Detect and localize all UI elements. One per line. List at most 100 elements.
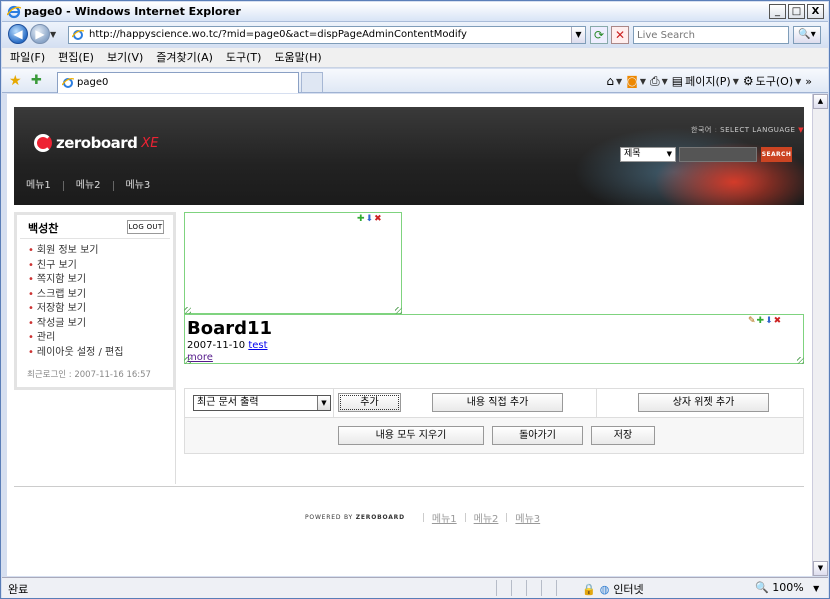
lock-icon: 🔒 <box>582 582 596 596</box>
feeds-button[interactable]: ◙ ▼ <box>626 74 646 88</box>
menu-edit[interactable]: 편집(E) <box>58 48 94 67</box>
stop-button[interactable]: ✕ <box>611 26 629 44</box>
delete-icon[interactable]: ✖ <box>774 316 782 326</box>
menu-file[interactable]: 파일(F) <box>10 48 45 67</box>
divider <box>20 238 170 239</box>
user-name: 백성찬 <box>28 222 59 235</box>
favorites-star-icon[interactable]: ★ <box>9 73 22 89</box>
scroll-up-arrow-icon[interactable]: ▲ <box>813 94 828 109</box>
site-header: zeroboard XE 한국어 : SELECT LANGUAGE ▼ 제목 … <box>14 107 804 205</box>
menu-help[interactable]: 도움말(H) <box>274 48 321 67</box>
site-search-input[interactable] <box>679 147 757 162</box>
home-button[interactable]: ⌂ ▼ <box>606 74 622 88</box>
close-button[interactable]: X <box>807 4 824 19</box>
history-dropdown-icon[interactable]: ▼ <box>50 30 56 39</box>
footer-link-menu2[interactable]: 메뉴2 <box>474 510 499 525</box>
tab-page0[interactable]: page0 <box>57 72 299 93</box>
menu-view[interactable]: 보기(V) <box>107 48 143 67</box>
menu-my-posts[interactable]: 작성글 보기 <box>28 317 123 332</box>
menu-saved[interactable]: 저장함 보기 <box>28 302 123 317</box>
nav-menu2[interactable]: 메뉴2 <box>64 178 113 194</box>
toolbox-divider <box>596 389 597 417</box>
menu-scraps[interactable]: 스크랩 보기 <box>28 288 123 303</box>
resize-handle[interactable] <box>395 307 402 314</box>
menu-favorites[interactable]: 즐겨찾기(A) <box>156 48 213 67</box>
add-content-button[interactable]: 내용 직접 추가 <box>432 393 563 412</box>
tools-menu[interactable]: ⚙ 도구(O) ▼ <box>743 73 801 89</box>
back-button-page[interactable]: 돌아가기 <box>492 426 583 445</box>
status-panes <box>496 580 571 596</box>
resize-handle[interactable] <box>184 357 191 364</box>
page-viewport: zeroboard XE 한국어 : SELECT LANGUAGE ▼ 제목 … <box>7 94 812 576</box>
refresh-button[interactable]: ⟳ <box>590 26 608 44</box>
nav-menu3[interactable]: 메뉴3 <box>114 178 163 194</box>
chevron-more-icon[interactable]: » <box>805 75 812 88</box>
scroll-down-arrow-icon[interactable]: ▼ <box>813 561 828 576</box>
select-arrow-icon: ▼ <box>666 150 672 158</box>
widget-controls: ✚ ⬇ ✖ <box>357 214 382 224</box>
language-current: 한국어 <box>691 126 712 134</box>
add-widget-button[interactable]: 추가 <box>338 393 401 412</box>
security-zone[interactable]: 🔒 ◍ 인터넷 <box>582 581 644 597</box>
clear-all-button[interactable]: 내용 모두 지우기 <box>338 426 484 445</box>
zone-label: 인터넷 <box>613 583 644 596</box>
site-search-button[interactable]: SEARCH <box>761 147 792 162</box>
menu-member-info[interactable]: 회원 정보 보기 <box>28 244 123 259</box>
add-favorite-icon[interactable]: ✚ <box>31 73 42 88</box>
status-pane <box>556 580 571 596</box>
menu-layout-settings[interactable]: 레이아웃 설정 / 편집 <box>28 346 124 361</box>
zoom-dropdown-icon: ▼ <box>813 584 820 593</box>
resize-handle[interactable] <box>184 307 191 314</box>
live-search-input[interactable] <box>634 27 784 43</box>
menu-admin[interactable]: 관리 <box>28 331 123 346</box>
delete-icon[interactable]: ✖ <box>374 214 382 224</box>
post-author-link[interactable]: test <box>248 340 267 351</box>
footer-link-menu3[interactable]: 메뉴3 <box>515 510 540 525</box>
member-menu: 회원 정보 보기 친구 보기 쪽지함 보기 스크랩 보기 저장함 보기 작성글 … <box>28 244 124 361</box>
tab-bar: ★ ✚ page0 ⌂ ▼ ◙ ▼ ⎙ ▼ ▤ 페이지(P) ▼ ⚙ 도구(O) ▼ » <box>2 69 828 93</box>
menu-messages[interactable]: 쪽지함 보기 <box>28 273 123 288</box>
search-go-button[interactable]: 🔍▾ <box>793 26 821 44</box>
nav-menu1[interactable]: 메뉴1 <box>14 178 63 194</box>
add-icon[interactable]: ✚ <box>757 316 765 326</box>
page-icon: ▤ <box>671 74 684 88</box>
logo-text: zeroboard <box>56 134 138 152</box>
footer-link-menu1[interactable]: 메뉴1 <box>432 510 457 525</box>
live-search-box[interactable] <box>633 26 789 44</box>
rss-icon: ◙ <box>626 74 638 88</box>
widget-type-select[interactable]: 최근 문서 출력 ▼ <box>193 395 331 411</box>
window-title: page0 - Windows Internet Explorer <box>24 5 241 18</box>
page-menu[interactable]: ▤ 페이지(P) ▼ <box>672 73 739 89</box>
back-button[interactable]: ◀ <box>8 24 28 44</box>
language-selector[interactable]: 한국어 : SELECT LANGUAGE ▼ <box>691 125 804 135</box>
move-down-icon[interactable]: ⬇ <box>366 214 374 224</box>
menu-tools[interactable]: 도구(T) <box>226 48 262 67</box>
address-dropdown-icon[interactable]: ▼ <box>571 27 585 43</box>
search-option-select[interactable]: 제목 ▼ <box>620 147 676 162</box>
print-button[interactable]: ⎙ ▼ <box>650 74 668 89</box>
forward-button[interactable]: ▶ <box>30 24 50 44</box>
logout-button[interactable]: LOG OUT <box>127 220 164 234</box>
tab-label: page0 <box>77 77 109 88</box>
site-logo[interactable]: zeroboard XE <box>34 134 159 152</box>
add-box-widget-button[interactable]: 상자 위젯 추가 <box>638 393 769 412</box>
vertical-scrollbar[interactable]: ▲ ▼ <box>812 94 828 576</box>
status-bar: 완료 🔒 ◍ 인터넷 🔍 100% ▼ <box>2 577 828 598</box>
footer-divider <box>506 513 508 522</box>
edit-icon[interactable]: ✎ <box>748 316 756 326</box>
browser-window: page0 - Windows Internet Explorer _ □ X … <box>0 0 830 599</box>
menu-friends[interactable]: 친구 보기 <box>28 259 123 274</box>
move-down-icon[interactable]: ⬇ <box>765 316 773 326</box>
resize-handle[interactable] <box>797 357 804 364</box>
minimize-button[interactable]: _ <box>769 4 786 19</box>
footer-divider <box>14 486 804 487</box>
add-icon[interactable]: ✚ <box>357 214 365 224</box>
empty-widget[interactable]: ✚ ⬇ ✖ <box>184 212 402 314</box>
new-tab-button[interactable] <box>301 72 323 92</box>
zoom-control[interactable]: 🔍 100% ▼ <box>755 581 819 594</box>
status-pane <box>496 580 511 596</box>
save-button[interactable]: 저장 <box>591 426 655 445</box>
address-field[interactable]: http://happyscience.wo.tc/?mid=page0&act… <box>68 26 586 44</box>
maximize-button[interactable]: □ <box>788 4 805 19</box>
board-widget[interactable]: ✎ ✚ ⬇ ✖ Board11 2007-11-10 test more <box>184 314 804 364</box>
